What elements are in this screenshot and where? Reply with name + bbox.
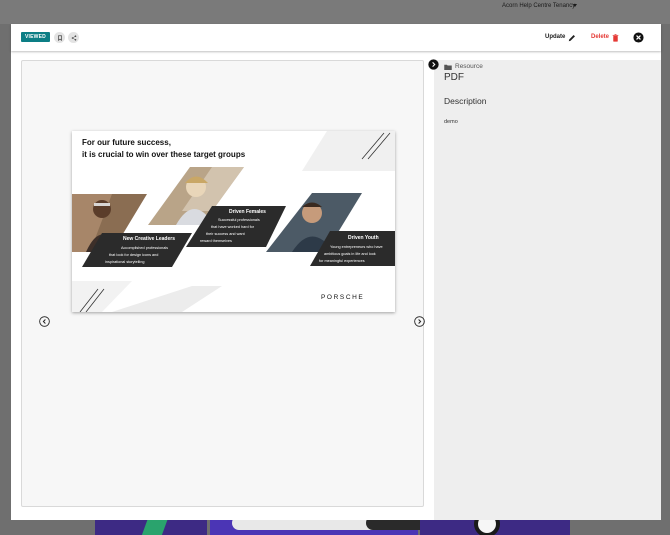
- share-icon: [71, 34, 76, 41]
- slide-preview: For our future success, it is crucial to…: [72, 131, 395, 312]
- modal-header: VIEWED Update Delete: [11, 24, 661, 51]
- group-desc-line: reward themselves: [200, 239, 232, 243]
- description-text: demo: [444, 119, 458, 125]
- group-desc-line: their success and want: [206, 232, 246, 236]
- group-name: Driven Youth: [348, 235, 379, 241]
- update-button[interactable]: Update: [545, 32, 576, 43]
- app-top-bar: Acorn Help Centre Tenancy: [0, 0, 670, 24]
- group-name: Driven Females: [229, 209, 266, 215]
- folder-icon: [444, 64, 452, 70]
- group-desc-line: ambitious goals in life and look: [324, 252, 376, 256]
- group-desc-line: that have worked hard for: [211, 225, 255, 229]
- tenancy-caret-icon[interactable]: [573, 4, 577, 7]
- delete-label: Delete: [591, 34, 610, 40]
- previous-page-icon[interactable]: [39, 316, 50, 327]
- status-badge: VIEWED: [21, 32, 50, 42]
- document-viewer: For our future success, it is crucial to…: [21, 60, 425, 507]
- group-desc-line: Accomplished professionals: [121, 246, 168, 250]
- file-type: PDF: [444, 72, 464, 83]
- next-page-icon[interactable]: [414, 316, 425, 327]
- trash-icon: [612, 33, 619, 42]
- category-row: Resource: [444, 63, 483, 70]
- pencil-icon: [569, 34, 576, 41]
- close-icon[interactable]: [633, 32, 644, 43]
- bookmark-icon: [57, 34, 62, 41]
- resource-modal: VIEWED Update Delete For our future succ…: [11, 24, 661, 520]
- bookmark-button[interactable]: [54, 32, 65, 43]
- group-desc-line: for meaningful experiences: [319, 259, 365, 263]
- description-heading: Description: [444, 96, 487, 106]
- slide-title-line-1: For our future success,: [82, 138, 171, 147]
- brand-logo: PORSCHE: [321, 294, 364, 301]
- share-button[interactable]: [68, 32, 79, 43]
- group-name: New Creative Leaders: [123, 236, 175, 242]
- group-desc-line: Successful professionals: [218, 218, 260, 222]
- group-desc-line: inspirational storytelling: [105, 260, 144, 264]
- tenancy-name[interactable]: Acorn Help Centre Tenancy: [502, 3, 575, 9]
- slide-title-line-2: it is crucial to win over these target g…: [82, 150, 246, 159]
- collapse-panel-icon[interactable]: [428, 59, 439, 70]
- details-panel: Resource PDF Description demo: [434, 60, 661, 520]
- delete-button[interactable]: Delete: [591, 32, 619, 43]
- group-desc-line: that look for design icons and: [109, 253, 158, 257]
- update-label: Update: [545, 34, 566, 40]
- category-label: Resource: [455, 63, 483, 70]
- group-desc-line: Young entrepreneurs who have: [330, 245, 383, 249]
